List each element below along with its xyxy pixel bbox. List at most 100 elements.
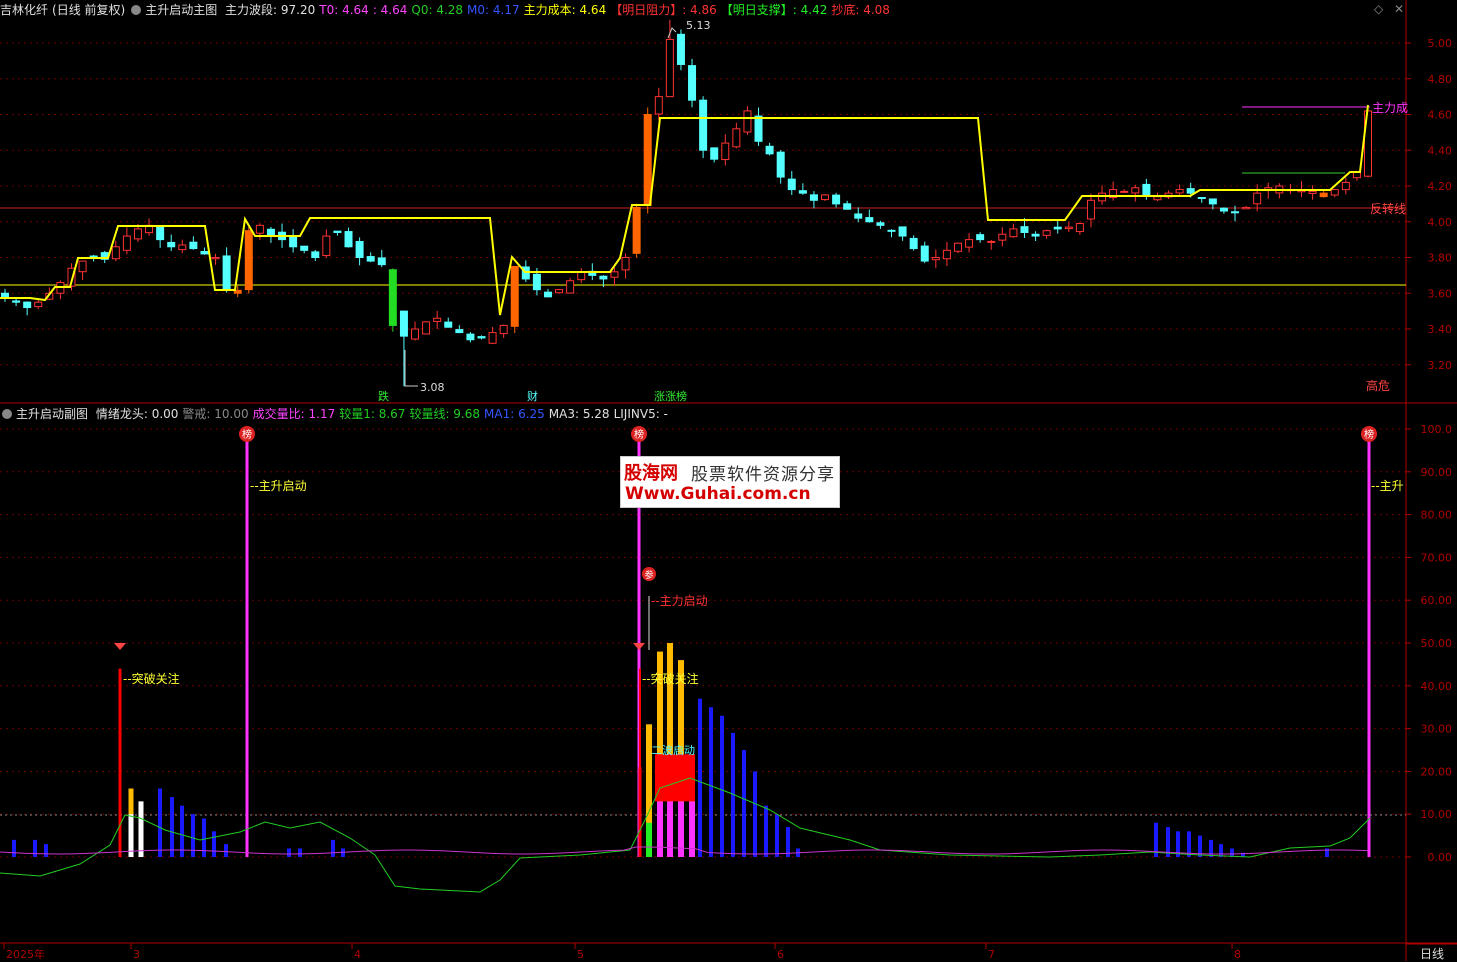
candle — [987, 239, 996, 250]
volume-bar — [180, 805, 184, 857]
high-risk-label: 高危 — [1366, 378, 1390, 393]
candle — [566, 278, 575, 294]
candle — [510, 265, 519, 334]
candle — [798, 183, 807, 195]
candle — [322, 229, 331, 258]
candle — [12, 298, 21, 307]
candle — [1042, 229, 1051, 239]
candle-body — [433, 317, 442, 322]
price-tick-label: 4.80 — [1428, 73, 1453, 86]
bang-label: 榜 — [1364, 428, 1374, 441]
candle-body — [344, 231, 353, 248]
date-tick-label: 2025年 — [6, 947, 45, 961]
candle-body — [211, 257, 220, 260]
candle-body — [1319, 192, 1328, 198]
candle — [699, 96, 708, 159]
candle — [355, 237, 364, 266]
candle-body — [998, 233, 1007, 241]
candle-body — [942, 249, 951, 260]
diamond-icon[interactable]: ◇ — [1374, 2, 1383, 16]
candle-body — [1175, 189, 1184, 194]
candle — [1319, 190, 1328, 198]
candle-body — [289, 235, 298, 248]
candle-body — [610, 271, 619, 278]
watermark-slogan: 股票软件资源分享 — [691, 465, 835, 485]
volume-bar — [698, 698, 702, 857]
candle-body — [466, 333, 475, 341]
candle — [289, 229, 298, 253]
candle — [1286, 183, 1295, 194]
candle-body — [876, 222, 885, 226]
candle-body — [676, 33, 685, 65]
settings-circle-icon[interactable] — [131, 4, 142, 15]
candle — [942, 241, 951, 266]
candle — [455, 325, 464, 334]
sub-tick-label: 40.00 — [1421, 680, 1453, 693]
candle-body — [200, 251, 209, 255]
candle — [832, 192, 841, 208]
candle-body — [1064, 226, 1073, 230]
settings-circle-icon[interactable] — [2, 408, 12, 419]
candle — [898, 226, 907, 241]
candle — [665, 19, 674, 98]
candle-body — [898, 226, 907, 237]
candle — [366, 252, 375, 263]
candle — [388, 268, 397, 332]
candle — [676, 29, 685, 71]
candle-body — [377, 257, 386, 266]
close-icon[interactable]: ✕ — [1394, 2, 1404, 16]
candle — [632, 203, 641, 258]
candle — [976, 232, 985, 243]
sub-tick-label: 80.00 — [1421, 509, 1453, 522]
volume-bar — [118, 668, 122, 857]
candle — [56, 280, 65, 300]
candle — [1164, 190, 1173, 200]
candle-body — [543, 291, 552, 298]
candle-body — [688, 65, 697, 101]
candle-body — [1208, 198, 1217, 205]
candle — [477, 335, 486, 340]
candle — [743, 106, 752, 135]
volume-bar — [44, 844, 48, 857]
sub-indicator-name[interactable]: 主升启动副图 — [16, 407, 88, 421]
candle — [1330, 189, 1339, 198]
candle — [156, 226, 165, 248]
period-button[interactable]: 日线 — [1420, 945, 1444, 962]
candle-body — [621, 257, 630, 271]
main-indicator-name[interactable]: 主升启动主图 — [145, 3, 217, 17]
sub-header-item: 较量线: 9.68 — [409, 407, 481, 421]
main-header-item: 主力成本: 4.64 — [523, 3, 607, 17]
candle — [931, 249, 940, 269]
candle-body — [488, 332, 497, 344]
tag-wealth: 财 — [527, 389, 538, 403]
candle — [1120, 189, 1129, 193]
sub-tick-label: 30.00 — [1421, 723, 1453, 736]
candle — [433, 310, 442, 329]
candle — [78, 260, 87, 281]
candle — [1242, 205, 1251, 210]
candle-body — [78, 260, 87, 273]
main-header-item: M0: 4.17 — [467, 3, 520, 17]
sub-indicator-header: 主升启动副图 情绪龙头: 0.00 警戒: 10.00 成交量比: 1.17 较量1:… — [0, 404, 1405, 424]
sub-tick-label: 90.00 — [1421, 466, 1453, 479]
candle — [998, 227, 1007, 247]
main-header-item: : 4.64 — [372, 3, 408, 17]
candle-body — [12, 300, 21, 303]
candle — [776, 150, 785, 184]
candle — [1219, 207, 1228, 214]
candle-body — [1242, 206, 1251, 210]
candle-body — [555, 289, 564, 294]
candle-body — [798, 190, 807, 194]
breakout-diamond-icon — [633, 643, 645, 650]
main-header-item: 【明日支撑】: 4.42 — [720, 3, 828, 17]
candle — [311, 249, 320, 262]
volume-bar — [786, 827, 790, 857]
candle-body — [843, 203, 852, 210]
candle-body — [156, 226, 165, 241]
candle-body — [1086, 199, 1095, 220]
candle — [732, 122, 741, 149]
candle — [688, 58, 697, 108]
candle-body — [765, 145, 774, 155]
candle-body — [23, 301, 32, 309]
volume-bar — [298, 848, 302, 857]
